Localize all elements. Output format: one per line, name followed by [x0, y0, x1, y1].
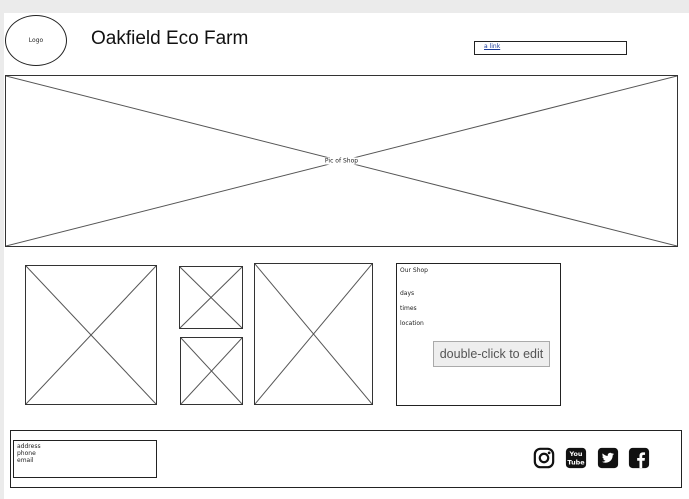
contact-email: email — [17, 457, 34, 464]
shop-info-heading: Our Shop — [400, 267, 428, 274]
logo-placeholder[interactable]: Logo — [5, 15, 67, 66]
contact-phone: phone — [17, 450, 36, 457]
header-link[interactable]: a link — [484, 43, 500, 50]
twitter-icon[interactable] — [597, 447, 619, 469]
shop-info-panel: Our Shop days times location double-clic… — [396, 263, 561, 406]
gallery-image-2 — [179, 266, 243, 329]
shop-days: days — [400, 290, 415, 297]
contact-address: address — [17, 443, 41, 450]
header-link-box: a link — [474, 41, 627, 55]
hero-image-placeholder: Pic of Shop — [5, 75, 678, 247]
edit-hint-tooltip[interactable]: double-click to edit — [433, 341, 550, 367]
svg-text:Tube: Tube — [567, 458, 585, 466]
facebook-icon[interactable] — [628, 447, 650, 469]
contact-box: address phone email — [13, 440, 157, 478]
site-title: Oakfield Eco Farm — [91, 28, 249, 49]
shop-location: location — [400, 320, 424, 327]
shop-times: times — [400, 305, 417, 312]
svg-text:You: You — [568, 450, 582, 458]
image-placeholder-icon — [255, 264, 372, 404]
gallery-image-4 — [254, 263, 373, 405]
image-placeholder-icon — [26, 266, 156, 404]
image-placeholder-icon — [181, 338, 242, 404]
youtube-icon[interactable]: You Tube — [565, 447, 587, 469]
hero-label: Pic of Shop — [322, 157, 361, 165]
gallery-image-3 — [180, 337, 243, 405]
logo-label: Logo — [28, 37, 44, 44]
instagram-icon[interactable] — [533, 447, 555, 469]
gallery-image-1 — [25, 265, 157, 405]
image-placeholder-icon — [180, 267, 242, 328]
